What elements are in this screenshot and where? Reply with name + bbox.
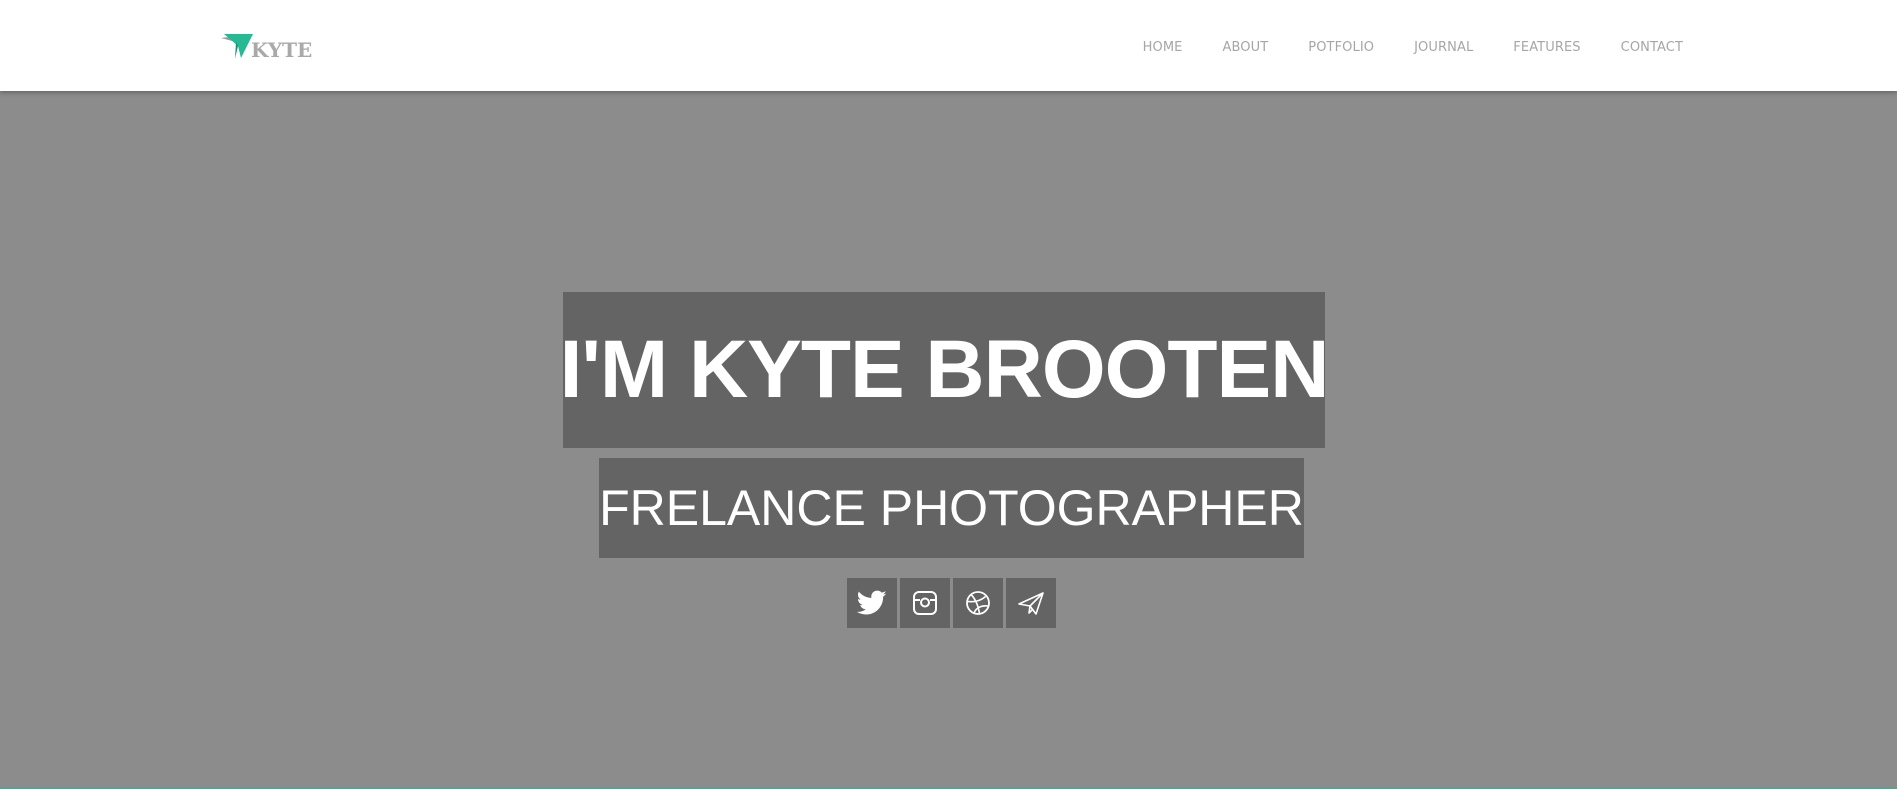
dribbble-icon xyxy=(966,591,990,615)
site-header: KYTE HOME ABOUT POTFOLIO JOURNAL FEATURE… xyxy=(0,0,1897,91)
brand-name: KYTE xyxy=(251,38,313,62)
twitter-icon xyxy=(857,590,887,615)
main-nav: HOME ABOUT POTFOLIO JOURNAL FEATURES CON… xyxy=(1143,40,1683,56)
hero-title: I'M KYTE BROOTEN xyxy=(559,324,1330,415)
hero-title-box: I'M KYTE BROOTEN xyxy=(560,292,1329,448)
nav-portfolio[interactable]: POTFOLIO xyxy=(1308,40,1374,56)
nav-home[interactable]: HOME xyxy=(1143,40,1183,56)
paper-plane-logo-icon xyxy=(221,34,253,59)
instagram-icon xyxy=(913,591,937,615)
hero-subtitle-box: FRELANCE PHOTOGRAPHER xyxy=(599,458,1304,558)
hero-subtitle: FRELANCE PHOTOGRAPHER xyxy=(599,480,1304,536)
instagram-button[interactable] xyxy=(900,578,950,628)
brand-logo[interactable]: KYTE xyxy=(219,28,312,64)
twitter-button[interactable] xyxy=(847,578,897,628)
telegram-button[interactable] xyxy=(1006,578,1056,628)
nav-contact[interactable]: CONTACT xyxy=(1621,40,1683,56)
paper-plane-icon xyxy=(1018,592,1044,615)
social-links xyxy=(847,578,1056,628)
dribbble-button[interactable] xyxy=(953,578,1003,628)
nav-journal[interactable]: JOURNAL xyxy=(1414,40,1473,56)
nav-features[interactable]: FEATURES xyxy=(1513,40,1580,56)
nav-about[interactable]: ABOUT xyxy=(1222,40,1268,56)
